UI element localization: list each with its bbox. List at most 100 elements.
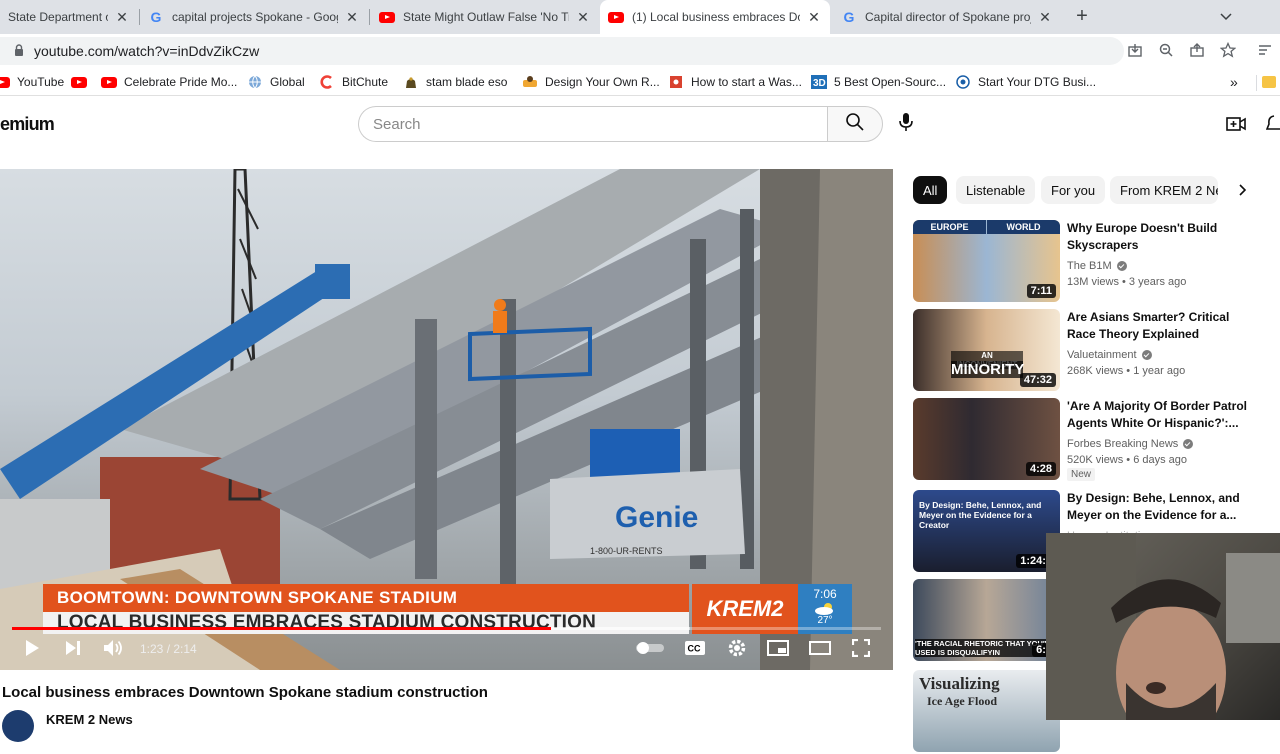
install-icon[interactable]	[1126, 42, 1144, 60]
bookmark-stam-blade[interactable]: stam blade eso	[403, 73, 507, 91]
tab-state-might-outlaw[interactable]: State Might Outlaw False 'No Tre ✕	[371, 0, 599, 34]
bookmark-youtube-2[interactable]	[71, 73, 94, 91]
bookmark-global[interactable]: Global	[247, 73, 305, 91]
channel-name[interactable]: Forbes Breaking News	[1067, 438, 1178, 450]
browser-toolbar: youtube.com/watch?v=inDdvZikCzw	[0, 34, 1280, 68]
search-button[interactable]	[827, 106, 883, 142]
cloud-icon	[814, 603, 836, 615]
bookmark-label: Celebrate Pride Mo...	[124, 75, 238, 89]
youtube-premium-logo[interactable]: emium	[0, 114, 55, 135]
recommendation-item[interactable]: AN INCONVENIENT MINORITY 47:32 Are Asian…	[913, 309, 1258, 393]
search-icon	[845, 112, 865, 137]
close-icon[interactable]: ✕	[575, 9, 591, 25]
bookmark-label: How to start a Was...	[691, 75, 802, 89]
tab-capital-projects[interactable]: G capital projects Spokane - Googl ✕	[140, 0, 368, 34]
close-icon[interactable]: ✕	[1037, 9, 1053, 25]
bookmark-how-to-start[interactable]: How to start a Was...	[668, 73, 802, 91]
subtitles-button[interactable]: CC	[684, 639, 706, 661]
bookmarks-more-button[interactable]: »	[1230, 73, 1238, 91]
channel-name[interactable]: Valuetainment	[1067, 349, 1137, 361]
chip-all[interactable]: All	[913, 176, 948, 204]
zoom-icon[interactable]	[1157, 42, 1175, 60]
fullscreen-button[interactable]	[850, 638, 872, 661]
chevron-right-icon[interactable]	[1234, 182, 1250, 198]
next-icon	[64, 640, 82, 661]
miniplayer-icon	[767, 639, 789, 661]
search-input[interactable]: Search	[358, 106, 828, 142]
circle-icon	[955, 74, 971, 90]
thumb-label-right: WORLD	[987, 220, 1060, 234]
voice-search-button[interactable]	[892, 110, 920, 138]
video-player[interactable]: Genie 1-800-UR-RENTS BOOMTOWN: DOWNTOWN …	[0, 169, 893, 670]
autoplay-toggle[interactable]	[634, 639, 666, 661]
video-title[interactable]: Why Europe Doesn't Build Skyscrapers	[1067, 220, 1247, 254]
video-title[interactable]: Are Asians Smarter? Critical Race Theory…	[1067, 309, 1247, 343]
lock-icon[interactable]	[14, 43, 24, 59]
video-meta: 13M views • 3 years ago	[1067, 276, 1187, 288]
chevron-down-icon[interactable]	[1218, 8, 1234, 24]
print-icon	[522, 74, 538, 90]
channel-name[interactable]: The B1M	[1067, 260, 1112, 272]
recommendation-item[interactable]: EUROPE WORLD 7:11 Why Europe Doesn't Bui…	[913, 220, 1258, 304]
bookmark-5-best-open-source[interactable]: 3D 5 Best Open-Sourc...	[811, 73, 946, 91]
bookmark-youtube[interactable]: YouTube	[0, 73, 64, 91]
chip-listenable[interactable]: Listenable	[956, 176, 1036, 204]
3d-icon: 3D	[811, 74, 827, 90]
play-button[interactable]	[22, 639, 42, 661]
close-icon[interactable]: ✕	[114, 9, 130, 25]
create-video-icon[interactable]	[1226, 114, 1246, 134]
page-icon	[668, 74, 684, 90]
star-icon[interactable]	[1219, 41, 1237, 60]
notifications-icon[interactable]	[1265, 114, 1280, 134]
recommendation-item[interactable]: 4:28 'Are A Majority Of Border Patrol Ag…	[913, 398, 1258, 482]
tab-local-business[interactable]: (1) Local business embraces Dow ✕	[600, 0, 830, 34]
played-bar	[12, 627, 551, 630]
settings-button[interactable]	[726, 639, 748, 661]
bookmark-bitchute[interactable]: BitChute	[319, 73, 388, 91]
next-button[interactable]	[62, 639, 84, 661]
bookmark-separator	[1256, 75, 1257, 91]
tab-label: (1) Local business embraces Dow	[632, 10, 800, 24]
url-text: youtube.com/watch?v=inDdvZikCzw	[34, 43, 260, 59]
mute-button[interactable]	[102, 639, 126, 661]
new-tab-button[interactable]: +	[1072, 5, 1092, 27]
reading-list-icon[interactable]	[1256, 42, 1274, 60]
chip-for-you[interactable]: For you	[1041, 176, 1106, 204]
video-title[interactable]: By Design: Behe, Lennox, and Meyer on th…	[1067, 490, 1247, 524]
bookmark-label: BitChute	[342, 75, 389, 89]
address-bar[interactable]: youtube.com/watch?v=inDdvZikCzw	[0, 37, 1124, 65]
video-thumbnail[interactable]: 'THE RACIAL RHETORIC THAT YOU'VE USED IS…	[913, 579, 1060, 661]
tab-state-department[interactable]: State Department of ✕	[0, 0, 138, 34]
video-thumbnail[interactable]: AN INCONVENIENT MINORITY 47:32	[913, 309, 1060, 391]
video-title[interactable]: 'Are A Majority Of Border Patrol Agents …	[1067, 398, 1247, 432]
microphone-icon	[898, 112, 914, 137]
rental-phone-text: 1-800-UR-RENTS	[590, 546, 663, 556]
progress-bar[interactable]	[12, 627, 881, 630]
tab-label: Capital director of Spokane proje	[865, 10, 1031, 24]
video-thumbnail[interactable]: By Design: Behe, Lennox, and Meyer on th…	[913, 490, 1060, 572]
new-badge: New	[1067, 468, 1096, 481]
thumb-caption-main: MINORITY	[951, 361, 1025, 378]
folder-icon[interactable]	[1262, 76, 1276, 88]
close-icon[interactable]: ✕	[344, 9, 360, 25]
svg-text:CC: CC	[688, 643, 701, 653]
tab-capital-director[interactable]: G Capital director of Spokane proje ✕	[833, 0, 1061, 34]
theater-mode-button[interactable]	[808, 639, 832, 661]
verified-icon	[1141, 350, 1152, 360]
chip-from-krem[interactable]: From KREM 2 Ne	[1110, 176, 1218, 204]
video-thumbnail[interactable]: 4:28	[913, 398, 1060, 480]
cc-icon: CC	[684, 640, 706, 661]
bookmark-label: 5 Best Open-Sourc...	[834, 75, 947, 89]
share-icon[interactable]	[1188, 42, 1206, 60]
bookmark-design-your-own[interactable]: Design Your Own R...	[522, 73, 660, 91]
channel-avatar[interactable]	[2, 710, 34, 742]
bookmark-start-your-dtg[interactable]: Start Your DTG Busi...	[955, 73, 1096, 91]
gear-icon	[727, 638, 747, 663]
bookmark-celebrate-pride[interactable]: Celebrate Pride Mo...	[101, 73, 237, 91]
theater-icon	[809, 640, 831, 660]
video-thumbnail[interactable]: Visualizing Ice Age Flood	[913, 670, 1060, 752]
miniplayer-button[interactable]	[766, 639, 790, 661]
video-thumbnail[interactable]: EUROPE WORLD 7:11	[913, 220, 1060, 302]
close-icon[interactable]: ✕	[806, 9, 822, 25]
video-title: Local business embraces Downtown Spokane…	[2, 684, 488, 701]
